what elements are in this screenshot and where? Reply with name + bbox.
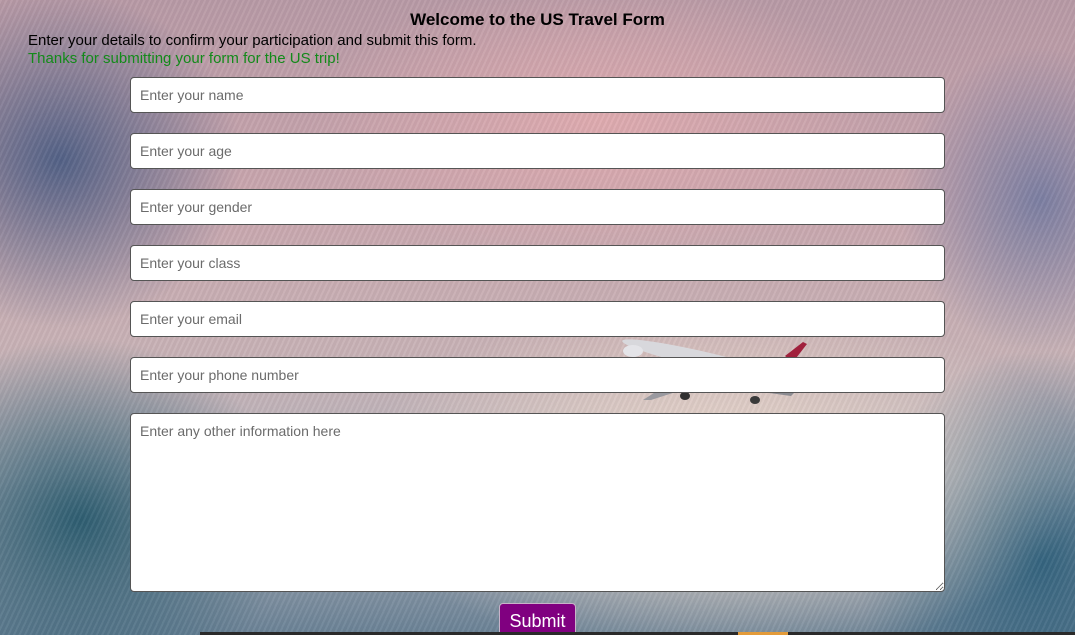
other-info-textarea[interactable]	[130, 413, 945, 592]
travel-form: Submit	[130, 77, 945, 635]
name-input[interactable]	[130, 77, 945, 113]
age-input[interactable]	[130, 133, 945, 169]
class-input[interactable]	[130, 245, 945, 281]
phone-input[interactable]	[130, 357, 945, 393]
page-title: Welcome to the US Travel Form	[410, 10, 665, 29]
email-input[interactable]	[130, 301, 945, 337]
intro-text: Enter your details to confirm your parti…	[28, 32, 477, 49]
success-message: Thanks for submitting your form for the …	[28, 50, 340, 67]
gender-input[interactable]	[130, 189, 945, 225]
submit-container: Submit	[130, 603, 945, 635]
submit-button[interactable]: Submit	[499, 603, 576, 635]
